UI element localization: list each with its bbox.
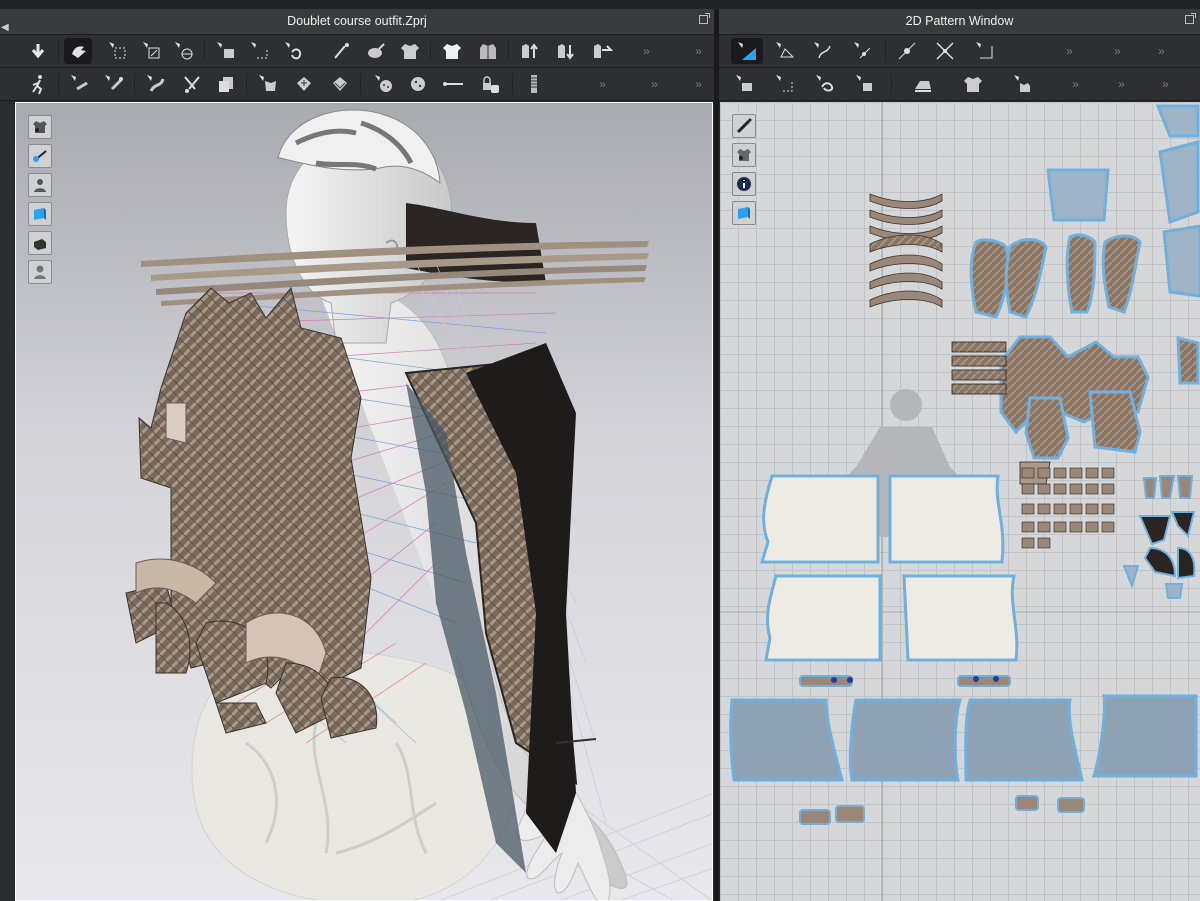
avatar-silhouette-icon[interactable]: [28, 260, 52, 284]
window-top-strip: [0, 0, 1200, 9]
info-icon[interactable]: [732, 172, 756, 196]
edit-curvature-icon[interactable]: [849, 38, 877, 64]
peplum-pattern-pieces: [1122, 475, 1196, 599]
brush-icon[interactable]: [362, 38, 390, 64]
garment-stack-icon[interactable]: [588, 38, 616, 64]
lining-pattern-pieces: [729, 694, 1198, 782]
buttonhole-icon[interactable]: [404, 71, 432, 97]
2d-toolbar-row1: » » »: [719, 35, 1200, 68]
garment-back-icon[interactable]: [474, 38, 502, 64]
pen-icon[interactable]: [328, 38, 356, 64]
polygon-icon[interactable]: [971, 38, 999, 64]
garment-view-icon[interactable]: [28, 115, 52, 139]
transform-pattern-icon[interactable]: [771, 38, 799, 64]
3d-garment-scene[interactable]: [16, 103, 713, 901]
popout-window-icon[interactable]: [1185, 13, 1196, 24]
more-tools-icon[interactable]: »: [688, 71, 708, 97]
topstitch-icon[interactable]: [440, 71, 468, 97]
zipper-icon[interactable]: [290, 71, 318, 97]
2d-toolbar-row2: » » »: [719, 68, 1200, 101]
curve-point-icon[interactable]: [809, 38, 837, 64]
zipper-pull-icon[interactable]: [520, 71, 548, 97]
pattern-edit-icon[interactable]: [731, 38, 763, 64]
avatar-display-icon[interactable]: [28, 173, 52, 197]
add-point-icon[interactable]: [893, 38, 921, 64]
3d-side-toolbar: [28, 115, 52, 284]
button-icon[interactable]: [370, 71, 398, 97]
transform-icon[interactable]: [138, 38, 166, 64]
lock-icon[interactable]: [476, 71, 504, 97]
pin-icon[interactable]: [212, 38, 240, 64]
sewing-edit-icon[interactable]: [851, 71, 879, 97]
pin-tool-icon[interactable]: [100, 71, 128, 97]
more-tools-icon[interactable]: »: [592, 71, 612, 97]
more-tools-icon[interactable]: »: [1107, 38, 1127, 64]
solid-icon[interactable]: [28, 231, 52, 255]
more-tools-icon[interactable]: »: [1155, 71, 1175, 97]
more-tools-icon[interactable]: »: [644, 71, 664, 97]
select-box-icon[interactable]: [104, 38, 132, 64]
show-garment-icon[interactable]: [732, 143, 756, 167]
fold-icon[interactable]: [170, 38, 198, 64]
texture-icon[interactable]: [326, 71, 354, 97]
segment-sewing-icon[interactable]: [731, 71, 759, 97]
more-tools-icon[interactable]: »: [1151, 38, 1171, 64]
garment-front-icon[interactable]: [438, 38, 466, 64]
avatar-view-icon[interactable]: [28, 144, 52, 168]
draw-pen-icon[interactable]: [732, 114, 756, 138]
texture-view-icon[interactable]: [732, 201, 756, 225]
select-move-icon[interactable]: [64, 38, 92, 64]
3d-window-title: Doublet course outfit.Zprj: [287, 14, 427, 28]
3d-toolbar-row1: » »: [0, 35, 714, 68]
garment-sort-icon[interactable]: [552, 38, 580, 64]
button-tool-icon[interactable]: [254, 71, 282, 97]
2d-pattern-canvas[interactable]: [720, 102, 1200, 901]
arrangement-icon[interactable]: [142, 71, 170, 97]
pane-splitter[interactable]: [714, 9, 719, 901]
trace-icon[interactable]: [1009, 71, 1037, 97]
3d-toolbar-row2: » » »: [0, 68, 714, 101]
arrow-down-icon[interactable]: [24, 38, 52, 64]
tack-icon[interactable]: [280, 38, 308, 64]
measure-icon[interactable]: [66, 71, 94, 97]
split-icon[interactable]: [931, 38, 959, 64]
iron-icon[interactable]: [909, 71, 937, 97]
curve-sewing-icon[interactable]: [811, 71, 839, 97]
left-gutter: [0, 102, 15, 901]
pattern-pieces-layout[interactable]: [720, 102, 1200, 901]
3d-viewport[interactable]: [15, 102, 713, 901]
free-sewing-icon[interactable]: [771, 71, 799, 97]
popout-window-icon[interactable]: [699, 13, 710, 24]
cut-icon[interactable]: [178, 71, 206, 97]
garment-icon[interactable]: [396, 38, 424, 64]
more-tools-icon[interactable]: »: [1111, 71, 1131, 97]
more-tools-icon[interactable]: »: [636, 38, 656, 64]
avatar-pose-icon[interactable]: [24, 71, 52, 97]
2d-window-titlebar: 2D Pattern Window: [719, 9, 1200, 35]
more-tools-icon[interactable]: »: [1065, 71, 1085, 97]
copy-icon[interactable]: [212, 71, 240, 97]
2d-window-title: 2D Pattern Window: [905, 14, 1014, 28]
gizmo-icon[interactable]: [246, 38, 274, 64]
fabric-view-icon[interactable]: [28, 202, 52, 226]
fold-pattern-icon[interactable]: [959, 71, 987, 97]
garment-up-icon[interactable]: [516, 38, 544, 64]
more-tools-icon[interactable]: »: [688, 38, 708, 64]
more-tools-icon[interactable]: »: [1059, 38, 1079, 64]
3d-window-titlebar: ◀ Doublet course outfit.Zprj: [0, 9, 714, 35]
2d-side-toolbar: [732, 114, 756, 225]
curved-strip-pieces: [869, 193, 943, 308]
skirt-pattern-pieces: [759, 474, 1019, 662]
